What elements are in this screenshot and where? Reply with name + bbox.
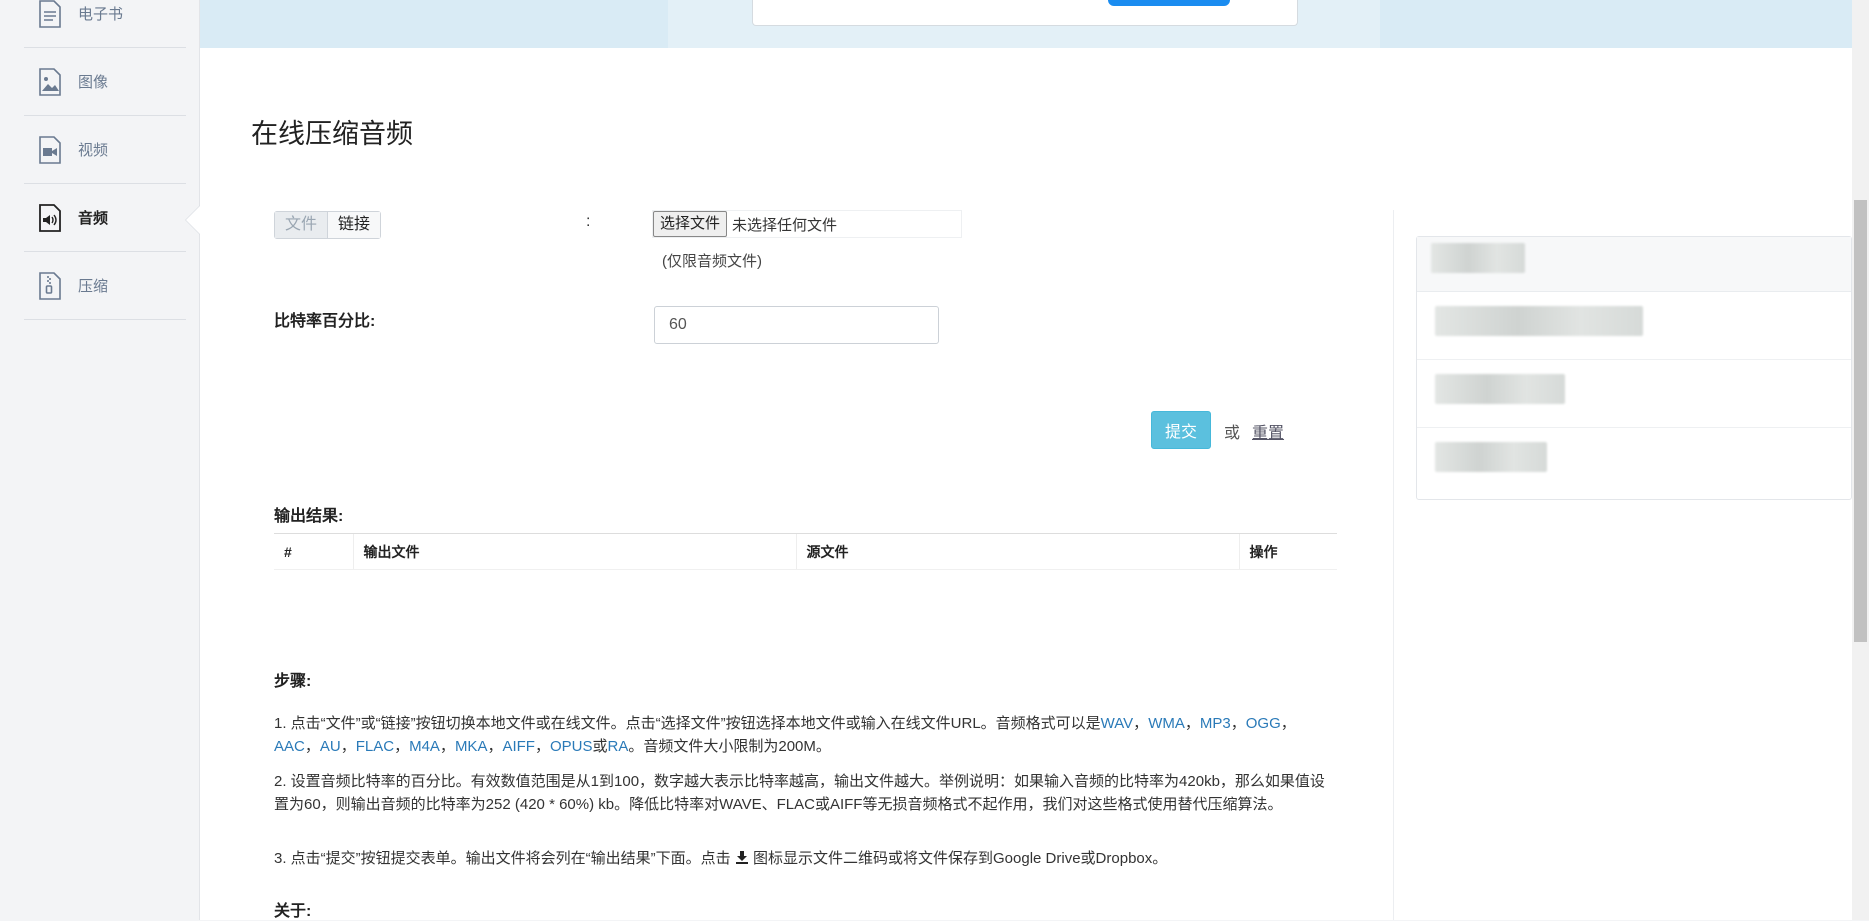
results-table: # 输出文件 源文件 操作 — [274, 533, 1337, 570]
format-link[interactable]: MKA — [455, 738, 488, 755]
banner-button[interactable] — [1108, 0, 1230, 6]
format-link[interactable]: MP3 — [1200, 715, 1231, 732]
col-actions: 操作 — [1238, 533, 1337, 570]
right-panel-row[interactable] — [1417, 428, 1851, 496]
top-banner — [200, 0, 1852, 48]
format-separator: ， — [534, 738, 550, 755]
format-separator: ， — [487, 738, 503, 755]
format-separator: ， — [1230, 715, 1246, 732]
format-link[interactable]: M4A — [409, 738, 440, 755]
format-or: 或 — [592, 738, 608, 755]
format-separator: ， — [394, 738, 410, 755]
sidebar-item-archive[interactable]: 压缩 — [24, 252, 186, 320]
format-separator: ， — [304, 738, 320, 755]
file-type-hint: (仅限音频文件) — [662, 253, 762, 270]
sidebar-item-label: 压缩 — [78, 278, 109, 295]
format-link[interactable]: AU — [320, 738, 341, 755]
audio-icon — [38, 203, 62, 232]
format-link[interactable]: OGG — [1246, 715, 1281, 732]
toggle-file-button[interactable]: 文件 — [275, 212, 328, 238]
format-separator: ， — [1133, 715, 1149, 732]
page-title: 在线压缩音频 — [251, 119, 413, 149]
right-panel-row[interactable] — [1417, 360, 1851, 428]
choose-file-button[interactable]: 选择文件 — [653, 211, 728, 237]
blurred-text — [1435, 442, 1547, 472]
format-separator: ， — [1184, 715, 1200, 732]
about-label: 关于: — [274, 903, 312, 920]
sidebar-item-video[interactable]: 视频 — [24, 116, 186, 184]
blurred-text — [1435, 374, 1565, 404]
download-icon — [735, 848, 749, 864]
step1-post: 。音频文件大小限制为200M。 — [628, 738, 831, 755]
scrollbar[interactable] — [1852, 0, 1869, 920]
steps-label: 步骤: — [274, 673, 312, 690]
format-separator: ， — [340, 738, 356, 755]
bitrate-label: 比特率百分比: — [274, 313, 376, 330]
source-toggle: 文件 链接 — [274, 211, 382, 239]
column-divider — [1393, 210, 1394, 920]
format-link[interactable]: AIFF — [502, 738, 535, 755]
col-index: # — [274, 533, 353, 570]
step3-text: 3. 点击“提交”按钮提交表单。输出文件将会列在“输出结果”下面。点击 — [274, 850, 731, 867]
toggle-link-button[interactable]: 链接 — [327, 212, 381, 238]
right-panel-header — [1417, 237, 1851, 292]
sidebar-item-label: 电子书 — [78, 6, 124, 23]
toggle-colon: : — [586, 213, 591, 230]
format-link[interactable]: FLAC — [356, 738, 394, 755]
col-source-file: 源文件 — [795, 533, 1239, 570]
video-icon — [38, 135, 62, 164]
step1-text: 1. 点击“文件”或“链接”按钮切换本地文件或在线文件。点击“选择文件”按钮选择… — [274, 715, 1101, 732]
file-input: 选择文件 未选择任何文件 — [652, 210, 962, 238]
right-panel-row[interactable] — [1417, 292, 1851, 360]
sidebar-item-image[interactable]: 图像 — [24, 48, 186, 116]
format-link[interactable]: AAC — [274, 738, 305, 755]
submit-button[interactable]: 提交 — [1151, 411, 1211, 449]
main-content: 在线压缩音频 文件 链接 : 选择文件 未选择任何文件 (仅限音频文件) 比特率… — [200, 0, 1852, 920]
format-separator: ， — [1280, 715, 1296, 732]
sidebar-item-label: 图像 — [78, 74, 109, 91]
sidebar: 电子书 图像 视频 音频 压缩 — [0, 0, 200, 920]
blurred-heading — [1431, 243, 1525, 273]
step-1: 1. 点击“文件”或“链接”按钮切换本地文件或在线文件。点击“选择文件”按钮选择… — [274, 712, 1337, 758]
step3-post: 图标显示文件二维码或将文件保存到Google Drive或Dropbox。 — [753, 850, 1168, 867]
ebook-icon — [38, 0, 62, 28]
or-text: 或 — [1224, 425, 1241, 442]
active-caret — [186, 206, 200, 234]
archive-icon — [38, 271, 62, 300]
sidebar-item-label: 音频 — [78, 210, 109, 227]
bitrate-input[interactable] — [654, 306, 939, 344]
reset-link[interactable]: 重置 — [1252, 419, 1284, 443]
format-link[interactable]: WMA — [1148, 715, 1185, 732]
col-output-file: 输出文件 — [352, 533, 796, 570]
step-2: 2. 设置音频比特率的百分比。有效数值范围是从1到100，数字越大表示比特率越高… — [274, 773, 1325, 813]
output-label: 输出结果: — [274, 508, 344, 525]
format-separator: ， — [439, 738, 455, 755]
scrollbar-thumb[interactable] — [1854, 200, 1867, 642]
sidebar-item-label: 视频 — [78, 142, 109, 159]
step-3: 3. 点击“提交”按钮提交表单。输出文件将会列在“输出结果”下面。点击 图标显示… — [274, 847, 1337, 870]
format-link[interactable]: OPUS — [550, 738, 593, 755]
sidebar-item-ebook[interactable]: 电子书 — [24, 0, 186, 48]
right-panel — [1416, 236, 1852, 500]
blurred-text — [1435, 306, 1643, 336]
no-file-text: 未选择任何文件 — [732, 216, 838, 234]
format-link[interactable]: WAV — [1101, 715, 1134, 732]
sidebar-item-audio[interactable]: 音频 — [24, 184, 186, 252]
format-link[interactable]: RA — [608, 738, 629, 755]
image-icon — [38, 67, 62, 96]
